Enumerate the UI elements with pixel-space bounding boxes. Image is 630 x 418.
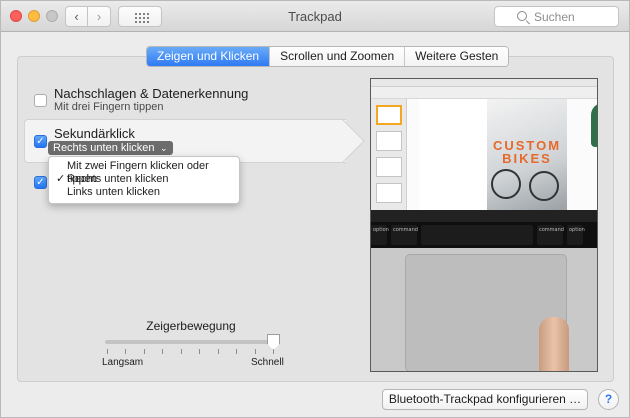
preview-finger xyxy=(539,317,569,371)
preview-thumbnail xyxy=(376,105,402,125)
preview-menubar xyxy=(371,79,597,87)
preview-wheel xyxy=(529,171,559,201)
tracking-speed-title: Zeigerbewegung xyxy=(146,319,236,333)
preview-key-space xyxy=(421,225,533,245)
slider-min-label: Langsam xyxy=(102,357,144,368)
slider-tick xyxy=(143,349,145,354)
tap-to-click-checkbox[interactable]: ✓ xyxy=(34,176,47,189)
preview-key-option: option xyxy=(567,225,585,245)
preview-screen: CUSTOM BIKES xyxy=(371,79,597,210)
secondary-click-value: Rechts unten klicken xyxy=(53,142,155,154)
preview-sidebar xyxy=(371,99,407,210)
preview-keyboard-row: option command command option xyxy=(371,222,597,248)
preview-key-command: command xyxy=(537,225,564,245)
lookup-title: Nachschlagen & Datenerkennung xyxy=(54,86,249,101)
slider-tick xyxy=(236,349,238,354)
menu-item-label: Links unten klicken xyxy=(67,186,160,198)
preview-key-command: command xyxy=(391,225,418,245)
slider-tick xyxy=(125,349,127,354)
checkmark-icon: ✓ xyxy=(36,136,45,147)
tab-zeigen-und-klicken[interactable]: Zeigen und Klicken xyxy=(147,47,270,66)
help-button[interactable]: ? xyxy=(598,389,619,410)
preview-dock xyxy=(371,210,597,222)
preview-toolbar xyxy=(371,87,597,99)
search-icon xyxy=(517,11,527,21)
bluetooth-trackpad-button[interactable]: Bluetooth-Trackpad konfigurieren … xyxy=(382,389,588,410)
search-field[interactable]: Suchen xyxy=(494,6,619,27)
preview-key-option: option xyxy=(371,225,389,245)
slider-tick xyxy=(199,349,201,354)
checkmark-icon: ✓ xyxy=(56,173,66,185)
lookup-subtitle: Mit drei Fingern tippen xyxy=(54,101,164,113)
slider-tick xyxy=(180,349,182,354)
preview-wheel xyxy=(491,169,521,199)
slider-tick xyxy=(254,349,256,354)
preview-thumbnail xyxy=(376,183,402,203)
preview-thumbnail xyxy=(376,131,402,151)
search-placeholder: Suchen xyxy=(534,10,575,24)
tracking-speed-track[interactable] xyxy=(105,340,277,344)
titlebar: ‹ › Trackpad Suchen xyxy=(1,1,629,32)
tab-weitere-gesten[interactable]: Weitere Gesten xyxy=(404,47,509,66)
menu-item-bottom-left[interactable]: Links unten klicken xyxy=(49,186,239,199)
secondary-click-popup[interactable]: Rechts unten klicken ⌄ xyxy=(48,141,173,155)
secondary-click-title: Sekundärklick xyxy=(54,126,135,141)
preview-document: CUSTOM BIKES xyxy=(419,99,597,210)
tab-scrollen-und-zoomen[interactable]: Scrollen und Zoomen xyxy=(269,47,405,66)
checkmark-icon: ✓ xyxy=(36,177,45,188)
lookup-checkbox[interactable] xyxy=(34,94,47,107)
preview-thumbnail xyxy=(376,157,402,177)
preview-rider xyxy=(591,103,597,147)
chevron-down-icon: ⌄ xyxy=(159,143,168,153)
secondary-click-checkbox[interactable]: ✓ xyxy=(34,135,47,148)
preview-headline: CUSTOM BIKES xyxy=(492,138,562,166)
slider-tick xyxy=(162,349,164,354)
menu-item-bottom-right[interactable]: ✓ Rechts unten klicken xyxy=(49,173,239,186)
menu-item-two-finger[interactable]: Mit zwei Fingern klicken oder tippen xyxy=(49,160,239,185)
menu-item-label: Rechts unten klicken xyxy=(67,173,169,185)
secondary-click-menu: Mit zwei Fingern klicken oder tippen ✓ Re… xyxy=(48,156,240,204)
slider-tick xyxy=(217,349,219,354)
trackpad-window: ‹ › Trackpad Suchen Zeigen und Klicken S… xyxy=(0,0,630,418)
slider-max-label: Schnell xyxy=(251,357,284,368)
slider-tick xyxy=(107,349,108,354)
row-pointer-arrow xyxy=(342,119,366,163)
gesture-preview-video: CUSTOM BIKES option command command opti… xyxy=(370,78,598,372)
tab-bar: Zeigen und Klicken Scrollen und Zoomen W… xyxy=(146,46,510,67)
